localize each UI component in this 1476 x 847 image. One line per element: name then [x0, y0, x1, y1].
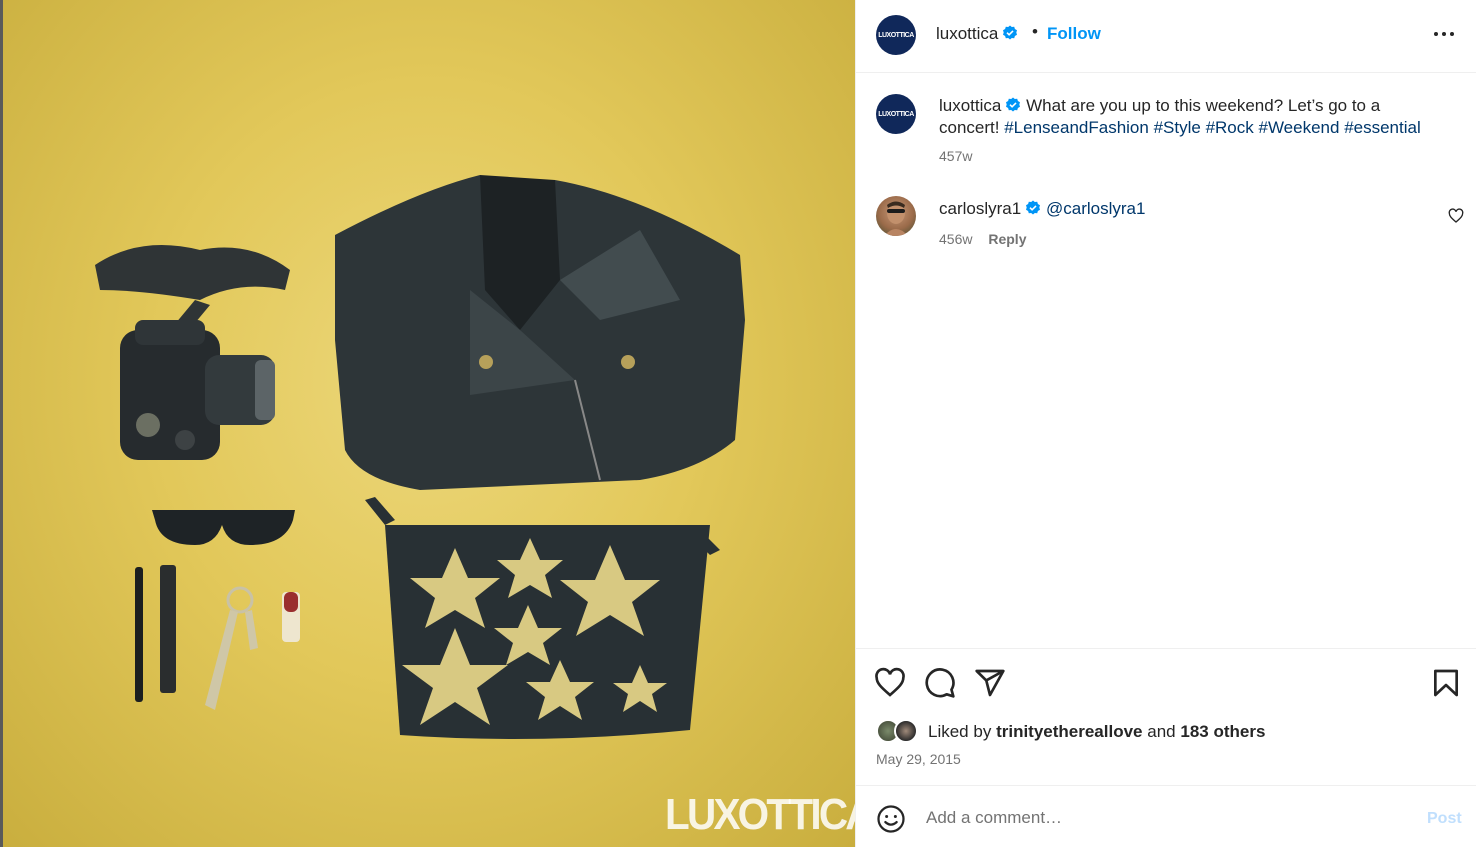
comment-like-heart-icon[interactable] — [1448, 208, 1464, 224]
hashtag-link[interactable]: #essential — [1344, 118, 1421, 137]
verified-badge-icon — [1003, 25, 1018, 40]
caption-username[interactable]: luxottica — [939, 96, 1001, 115]
post-header: LUXOTTICA luxottica • Follow — [856, 0, 1476, 73]
likes-middle: and — [1147, 722, 1176, 741]
flatlay-illustration — [95, 175, 745, 739]
commenter-photo — [884, 201, 908, 236]
verified-badge-icon — [1026, 200, 1041, 215]
add-comment-bar: Post — [856, 785, 1476, 847]
commenter-username[interactable]: carloslyra1 — [939, 199, 1041, 219]
hashtag-link[interactable]: #Rock — [1206, 118, 1254, 137]
comment-icon[interactable] — [924, 667, 956, 699]
heart-icon[interactable] — [874, 667, 906, 699]
brand-watermark: LUXOTTICA — [665, 790, 855, 839]
likes-text: Liked by trinityethereallove and 183 oth… — [928, 722, 1265, 742]
separator-dot: • — [1032, 22, 1038, 41]
more-dot — [1450, 32, 1454, 36]
post-comment-button[interactable]: Post — [1427, 810, 1462, 828]
likes-prefix: Liked by — [928, 722, 992, 741]
author-avatar[interactable]: LUXOTTICA — [876, 15, 916, 55]
post-actions: Liked by trinityethereallove and 183 oth… — [856, 648, 1476, 785]
commenter-avatar[interactable] — [876, 196, 916, 236]
bookmark-icon[interactable] — [1430, 667, 1462, 699]
hashtag-link[interactable]: #Weekend — [1258, 118, 1339, 137]
post-image[interactable]: LUXOTTICA — [0, 0, 855, 847]
author-username-text[interactable]: luxottica — [936, 24, 998, 43]
likes-others-link[interactable]: 183 others — [1180, 722, 1265, 741]
post-date[interactable]: May 29, 2015 — [876, 751, 961, 767]
verified-badge-icon — [1006, 97, 1021, 112]
caption-avatar[interactable]: LUXOTTICA — [876, 94, 916, 134]
more-dot — [1442, 32, 1446, 36]
caption-text-block: luxottica What are you up to this weeken… — [939, 95, 1439, 139]
reply-button[interactable]: Reply — [988, 231, 1026, 247]
commenter-username-text[interactable]: carloslyra1 — [939, 199, 1021, 218]
liker-username[interactable]: trinityethereallove — [996, 722, 1142, 741]
hashtag-link[interactable]: #LenseandFashion — [1004, 118, 1149, 137]
follow-button[interactable]: Follow — [1047, 24, 1101, 44]
caption-timestamp[interactable]: 457w — [939, 148, 972, 164]
hashtag-link[interactable]: #Style — [1154, 118, 1201, 137]
more-dot — [1434, 32, 1438, 36]
liker-avatar[interactable] — [894, 719, 918, 743]
more-horizontal-icon[interactable] — [1431, 22, 1461, 46]
comment-meta: 456w Reply — [939, 231, 1026, 247]
author-username[interactable]: luxottica — [936, 24, 1018, 44]
comment-timestamp[interactable]: 456w — [939, 231, 972, 247]
comment-input[interactable] — [926, 804, 1406, 832]
post-side-panel: LUXOTTICA luxottica • Follow LUXOTTICA l… — [855, 0, 1476, 847]
emoji-icon[interactable] — [876, 804, 906, 834]
comment-item: carloslyra1 @carloslyra1 456w Reply — [856, 196, 1476, 256]
comment-mention-link[interactable]: @carloslyra1 — [1046, 199, 1145, 219]
send-icon[interactable] — [974, 667, 1006, 699]
